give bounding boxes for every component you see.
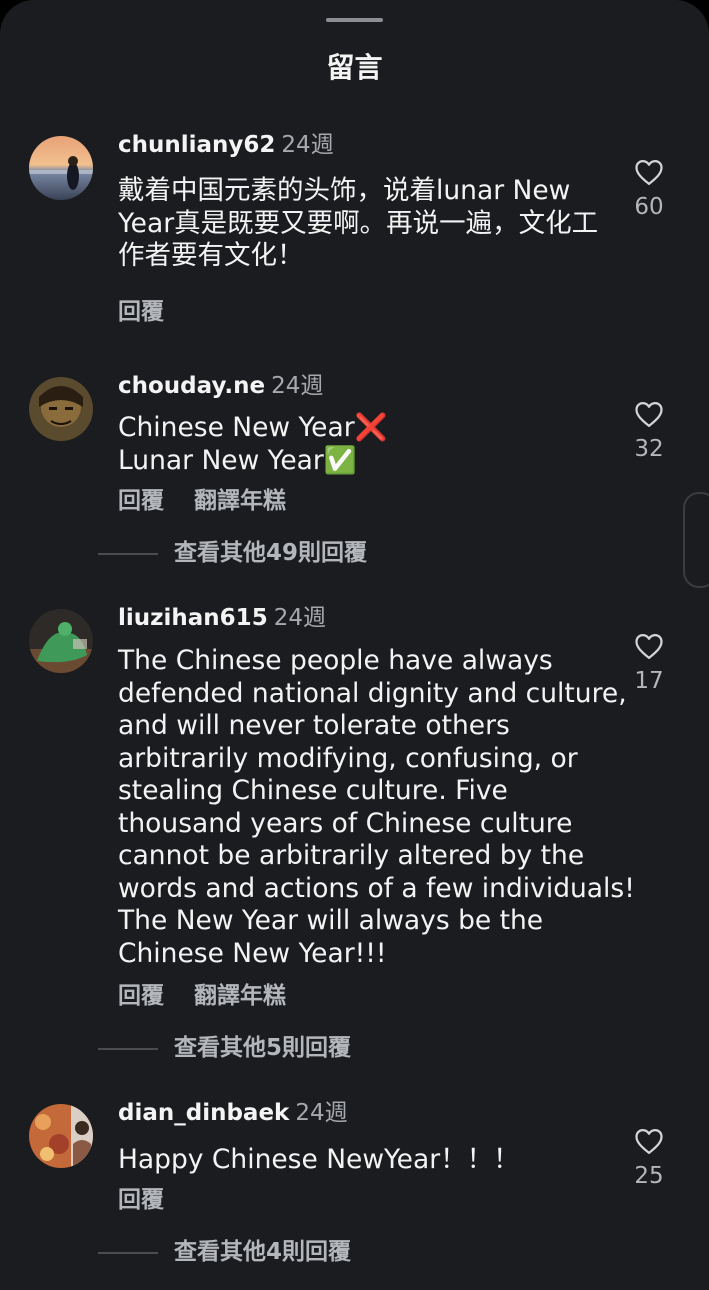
comment-meta: liuzihan615 24週 bbox=[118, 603, 326, 633]
comment-text: 戴着中国元素的头饰，说着lunar New Year真是既要又要啊。再说一遍，文… bbox=[118, 175, 599, 271]
replies-divider bbox=[98, 1251, 158, 1254]
like-button[interactable]: 32 bbox=[619, 400, 679, 464]
comment-text: Chinese New Year❌ Lunar New Year✅ bbox=[118, 412, 388, 476]
scroll-indicator[interactable] bbox=[683, 492, 709, 588]
comment-username[interactable]: dian_dinbaek bbox=[118, 1100, 289, 1126]
like-count: 17 bbox=[634, 668, 664, 694]
comment-text: The Chinese people have always defended … bbox=[118, 645, 635, 969]
avatar[interactable] bbox=[29, 609, 93, 673]
view-replies-label: 查看其他5則回覆 bbox=[174, 1035, 352, 1061]
comment-username[interactable]: chouday.ne bbox=[118, 373, 265, 399]
like-button[interactable]: 17 bbox=[619, 632, 679, 696]
comments-sheet: 留言 chunliany62 24週 戴着中国元素的头饰，说着lunar New… bbox=[0, 0, 709, 1290]
view-replies-button[interactable]: 查看其他4則回覆 bbox=[98, 1237, 351, 1267]
heart-outline-icon bbox=[635, 1129, 663, 1154]
comment-username[interactable]: chunliany62 bbox=[118, 132, 275, 158]
reply-button[interactable]: 回覆 bbox=[118, 1187, 164, 1213]
avatar[interactable] bbox=[29, 136, 93, 200]
reply-button[interactable]: 回覆 bbox=[118, 488, 164, 514]
heart-outline-icon bbox=[635, 160, 663, 185]
translate-button[interactable]: 翻譯年糕 bbox=[194, 488, 286, 514]
avatar[interactable] bbox=[29, 377, 93, 441]
like-count: 25 bbox=[634, 1163, 664, 1189]
comment-actions: 回覆 bbox=[118, 1185, 164, 1215]
comment-timestamp: 24週 bbox=[271, 373, 324, 399]
comment-actions: 回覆 bbox=[118, 297, 164, 327]
comment-username[interactable]: liuzihan615 bbox=[118, 605, 268, 631]
comment-timestamp: 24週 bbox=[295, 1100, 348, 1126]
comment-text: Happy Chinese NewYear！！！ bbox=[118, 1144, 520, 1175]
avatar[interactable] bbox=[29, 1104, 93, 1168]
translate-button[interactable]: 翻譯年糕 bbox=[194, 983, 286, 1009]
view-replies-label: 查看其他4則回覆 bbox=[174, 1239, 352, 1265]
sheet-title: 留言 bbox=[326, 51, 383, 84]
comment-timestamp: 24週 bbox=[273, 605, 326, 631]
view-replies-button[interactable]: 查看其他5則回覆 bbox=[98, 1033, 351, 1063]
comment-timestamp: 24週 bbox=[281, 132, 334, 158]
comment-meta: chunliany62 24週 bbox=[118, 130, 334, 160]
view-replies-label: 查看其他49則回覆 bbox=[174, 540, 368, 566]
comment-meta: dian_dinbaek 24週 bbox=[118, 1098, 348, 1128]
view-replies-button[interactable]: 查看其他49則回覆 bbox=[98, 538, 367, 568]
heart-outline-icon bbox=[635, 634, 663, 659]
sheet-drag-handle[interactable] bbox=[326, 18, 383, 22]
comment-meta: chouday.ne 24週 bbox=[118, 371, 323, 401]
like-count: 60 bbox=[634, 194, 664, 220]
replies-divider bbox=[98, 1047, 158, 1050]
like-button[interactable]: 60 bbox=[619, 158, 679, 222]
reply-button[interactable]: 回覆 bbox=[118, 983, 164, 1009]
comment-actions: 回覆 翻譯年糕 bbox=[118, 981, 286, 1011]
reply-button[interactable]: 回覆 bbox=[118, 299, 164, 325]
like-button[interactable]: 25 bbox=[619, 1127, 679, 1191]
replies-divider bbox=[98, 552, 158, 555]
comment-actions: 回覆 翻譯年糕 bbox=[118, 486, 286, 516]
like-count: 32 bbox=[634, 436, 664, 462]
heart-outline-icon bbox=[635, 402, 663, 427]
